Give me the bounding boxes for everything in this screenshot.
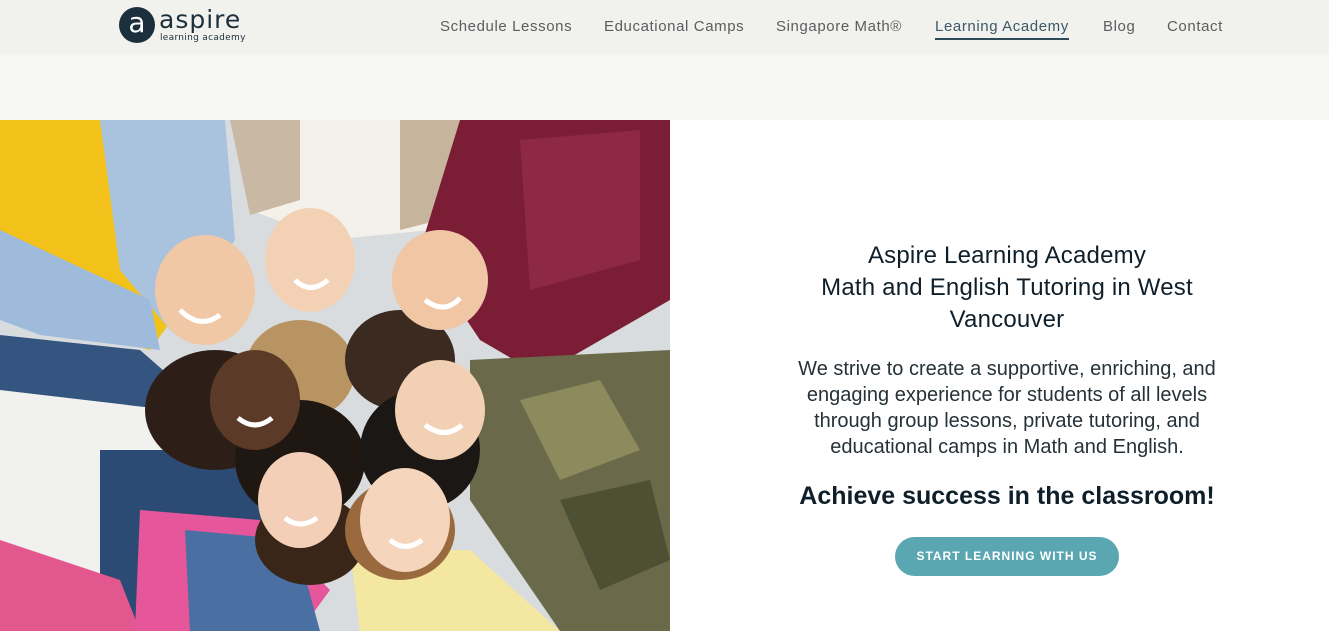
- start-learning-button[interactable]: START LEARNING WITH US: [895, 537, 1119, 576]
- nav-learning-academy[interactable]: Learning Academy: [935, 18, 1069, 40]
- logo-tagline: learning academy: [160, 33, 246, 43]
- nav-contact[interactable]: Contact: [1167, 18, 1223, 35]
- title-line-2: Math and English Tutoring in West Vancou…: [821, 274, 1193, 333]
- nav-schedule-lessons[interactable]: Schedule Lessons: [440, 18, 572, 35]
- hero-tagline: Achieve success in the classroom!: [799, 482, 1215, 510]
- nav-singapore-math[interactable]: Singapore Math®: [776, 18, 902, 35]
- hero-illustration: [0, 120, 670, 631]
- top-navbar: a aspire learning academy Schedule Lesso…: [0, 0, 1329, 54]
- brand-logo[interactable]: a aspire learning academy: [119, 5, 249, 45]
- nav-blog[interactable]: Blog: [1103, 18, 1135, 35]
- page-title: Aspire Learning Academy Math and English…: [770, 240, 1244, 336]
- logo-mark: a: [119, 7, 155, 43]
- title-line-1: Aspire Learning Academy: [867, 242, 1147, 269]
- header-spacer-band: [0, 54, 1329, 120]
- hero-description: We strive to create a supportive, enrich…: [798, 358, 1216, 458]
- hero-image-children-circle: [0, 120, 670, 631]
- hero-text-panel: Aspire Learning Academy Math and English…: [770, 240, 1244, 576]
- logo-wordmark: aspire: [159, 5, 242, 34]
- nav-educational-camps[interactable]: Educational Camps: [604, 18, 744, 35]
